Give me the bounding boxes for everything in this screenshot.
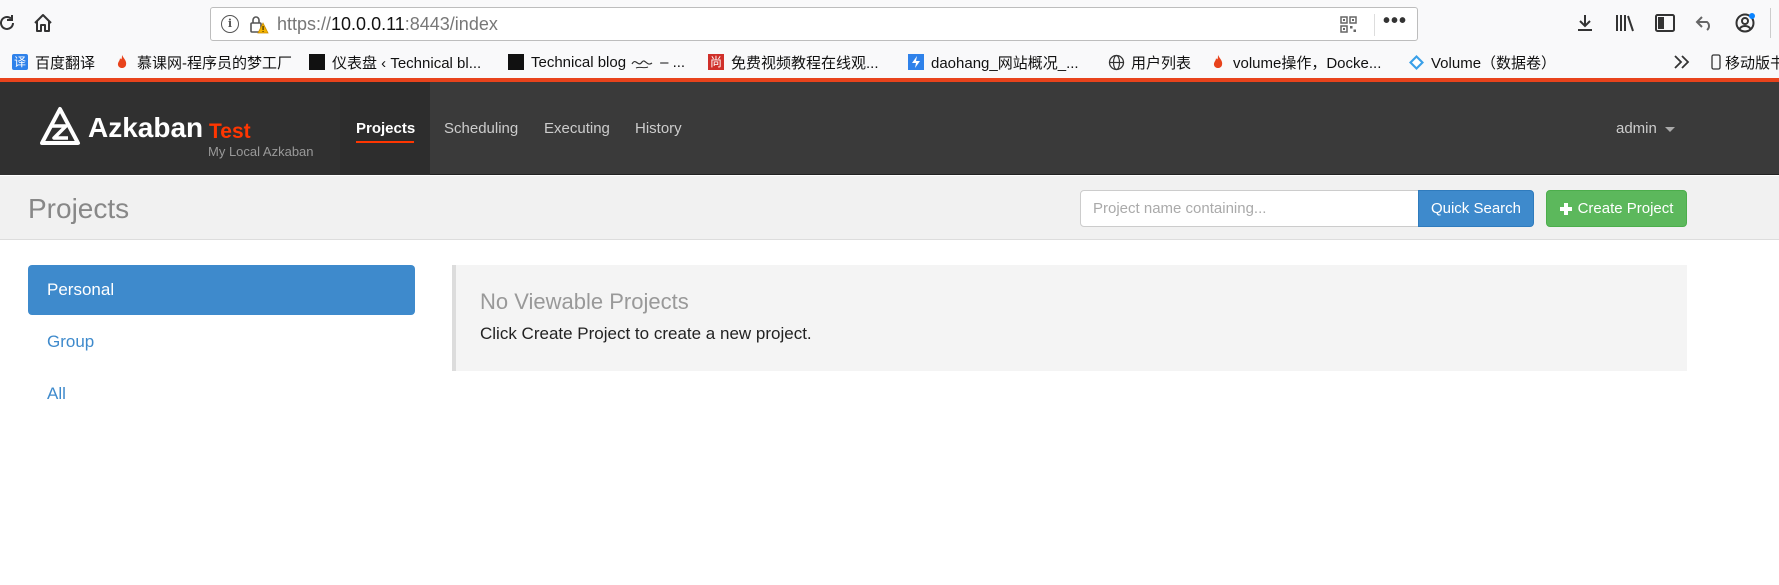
sidebar-icon[interactable] [1652, 10, 1678, 36]
nav-projects[interactable]: Projects [356, 120, 415, 137]
nav-history[interactable]: History [635, 120, 682, 137]
brand[interactable]: Azkaban Test My Local Azkaban [0, 82, 340, 175]
bookmark-user-list[interactable]: 用户列表 [1108, 52, 1191, 72]
bookmark-volume-docker[interactable]: volume操作，Docke... [1210, 52, 1381, 72]
url-text[interactable]: https://10.0.0.11:8443/index [277, 14, 498, 35]
library-icon[interactable] [1612, 10, 1638, 36]
bookmark-dashboard[interactable]: 仪表盘 ‹ Technical bl... [309, 52, 481, 72]
bookmark-label: volume操作，Docke... [1233, 54, 1382, 72]
empty-projects-panel: No Viewable Projects Click Create Projec… [452, 265, 1687, 371]
plus-icon [1559, 202, 1572, 215]
bookmarks-overflow-icon[interactable] [1672, 52, 1692, 72]
bookmark-label: 用户列表 [1131, 54, 1192, 72]
bookmark-volume[interactable]: Volume（数据卷） [1408, 52, 1556, 72]
browser-toolbar: i https://10.0.0.11:8443/index ••• [0, 0, 1779, 46]
bolt-icon [908, 54, 924, 70]
globe-icon [1108, 54, 1125, 71]
caret-down-icon [1664, 126, 1675, 132]
bookmark-label: 慕课网-程序员的梦工厂 [137, 54, 292, 72]
qr-code-icon[interactable] [1340, 16, 1357, 33]
brand-name: Azkaban [88, 112, 204, 143]
mobile-icon [1711, 54, 1721, 70]
reload-icon[interactable] [0, 10, 20, 36]
nav-active-underline [356, 141, 414, 143]
info-icon[interactable]: i [221, 15, 239, 33]
create-project-button[interactable]: Create Project [1546, 190, 1687, 227]
url-separator [1374, 14, 1375, 36]
translate-icon: 译 [12, 54, 28, 70]
page-title: Projects [28, 193, 130, 224]
bookmark-label: daohang_网站概况_... [931, 54, 1079, 72]
bookmark-free-video[interactable]: 尚 免费视频教程在线观... [708, 52, 879, 72]
project-search-input[interactable] [1080, 190, 1419, 227]
brand-subtitle: My Local Azkaban [208, 144, 314, 159]
filter-personal[interactable]: Personal [28, 265, 415, 315]
username: admin [1616, 120, 1657, 137]
bookmark-mobile[interactable]: 移动版书签 [1711, 52, 1779, 72]
site-icon [309, 54, 325, 70]
bookmark-technical-blog[interactable]: Technical blog – ... [508, 52, 685, 72]
nav-executing[interactable]: Executing [544, 120, 610, 137]
toolbar-separator [1770, 8, 1771, 38]
home-icon[interactable] [30, 10, 56, 36]
azkaban-logo-icon [40, 107, 80, 145]
quick-search-label: Quick Search [1430, 200, 1522, 217]
empty-message: Click Create Project to create a new pro… [480, 324, 812, 343]
project-filter-nav: Personal Group All [28, 265, 415, 421]
quick-search-button[interactable]: Quick Search [1418, 190, 1534, 227]
filter-group[interactable]: Group [28, 317, 415, 367]
flame-icon [1210, 54, 1226, 70]
diamond-icon [1408, 54, 1424, 70]
flame-icon [114, 54, 130, 70]
brand-environment: Test [209, 120, 251, 143]
more-actions-icon[interactable]: ••• [1383, 10, 1407, 33]
bookmark-baidu-translate[interactable]: 译 百度翻译 [12, 52, 95, 72]
user-menu[interactable]: admin [1616, 120, 1675, 137]
bookmarks-bar: 译 百度翻译 慕课网-程序员的梦工厂 仪表盘 ‹ Technical bl...… [0, 46, 1779, 78]
page-header: Projects Quick Search Create Project [0, 176, 1779, 240]
app-navbar: Azkaban Test My Local Azkaban Projects S… [0, 82, 1779, 175]
bookmark-label: 移动版书签 [1725, 54, 1779, 72]
download-icon[interactable] [1572, 10, 1598, 36]
bookmark-label: Volume（数据卷） [1431, 54, 1557, 72]
bookmark-label: 仪表盘 ‹ Technical bl... [332, 54, 482, 72]
bookmark-label: 百度翻译 [35, 54, 96, 72]
filter-all[interactable]: All [28, 369, 415, 419]
site-icon [508, 54, 524, 70]
bookmark-label: Technical blog [531, 53, 627, 71]
bookmark-imooc[interactable]: 慕课网-程序员的梦工厂 [114, 52, 292, 72]
shang-icon: 尚 [708, 54, 724, 70]
scribble-icon [630, 54, 656, 70]
bookmark-daohang[interactable]: daohang_网站概况_... [908, 52, 1079, 72]
bookmark-label: 免费视频教程在线观... [731, 54, 879, 72]
bookmark-label: – ... [660, 53, 686, 71]
address-bar[interactable]: i https://10.0.0.11:8443/index ••• [210, 7, 1418, 41]
create-project-label: Create Project [1577, 200, 1674, 217]
undo-icon[interactable] [1692, 10, 1718, 36]
insecure-lock-icon[interactable] [249, 15, 269, 35]
account-icon[interactable] [1732, 10, 1758, 36]
nav-scheduling[interactable]: Scheduling [444, 120, 518, 137]
empty-title: No Viewable Projects [480, 289, 689, 314]
